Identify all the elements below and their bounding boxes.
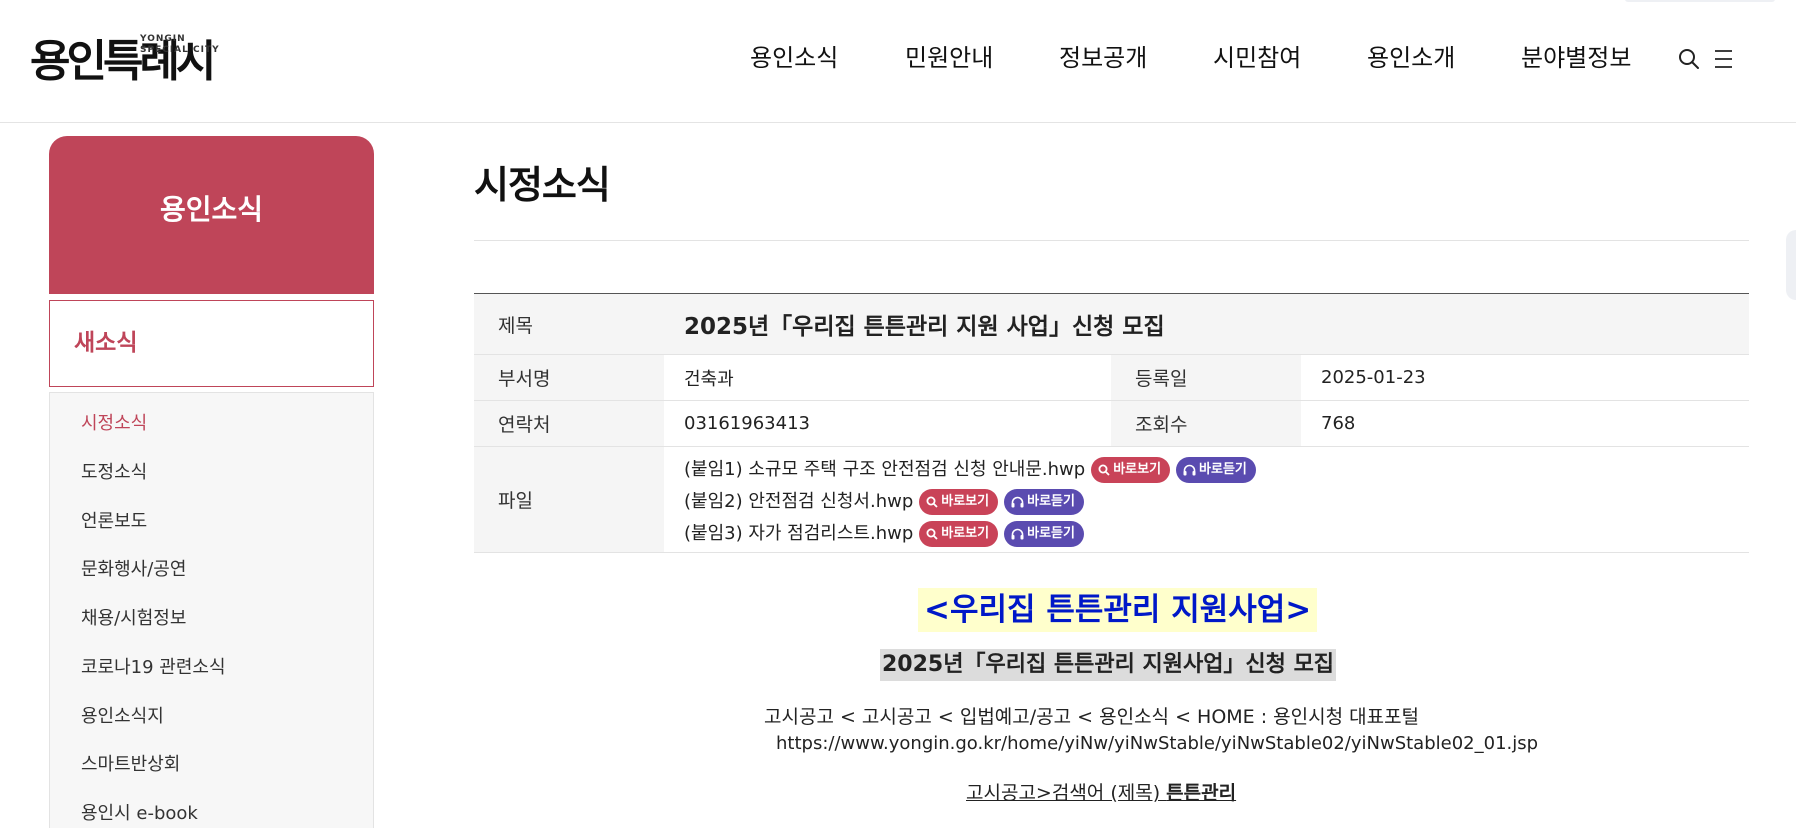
edge-decoration xyxy=(1786,230,1796,300)
label-dept: 부서명 xyxy=(474,355,664,400)
label-files: 파일 xyxy=(474,447,664,552)
listen-button-label: 바로듣기 xyxy=(1027,494,1075,509)
article-date: 2025-01-23 xyxy=(1321,367,1426,388)
sidebar-section-news[interactable]: 새소식 xyxy=(49,300,374,387)
search-icon[interactable] xyxy=(1678,48,1700,70)
nav-item-about[interactable]: 용인소개 xyxy=(1367,38,1455,78)
logo-sub-line-2: SPECIAL CITY xyxy=(140,45,220,55)
sidebar-item-culture-events[interactable]: 문화행사/공연 xyxy=(81,558,186,582)
article-views: 768 xyxy=(1321,413,1356,434)
headphones-icon xyxy=(1011,528,1024,540)
site-header: 용인특례시 YONGIN SPECIAL CITY 용인소식 민원안내 정보공개… xyxy=(0,0,1796,123)
body-search-line: 고시공고>검색어 (제목) 튼튼관리 xyxy=(966,780,1236,806)
article-dept: 건축과 xyxy=(684,368,734,390)
view-button-label: 바로보기 xyxy=(941,526,990,541)
sidebar-header: 용인소식 xyxy=(49,136,374,294)
sidebar-item-press[interactable]: 언론보도 xyxy=(81,510,147,534)
label-views: 조회수 xyxy=(1111,401,1301,446)
nav-item-news[interactable]: 용인소식 xyxy=(750,38,838,78)
file-item: (붙임3) 자가 점검리스트.hwp 바로보기 바로듣기 xyxy=(684,521,1084,547)
sidebar-item-covid19[interactable]: 코로나19 관련소식 xyxy=(81,656,226,680)
sidebar-list: 시정소식 도정소식 언론보도 문화행사/공연 채용/시험정보 코로나19 관련소… xyxy=(49,392,374,828)
listen-button-label: 바로듣기 xyxy=(1027,526,1075,541)
row-dept: 부서명 건축과 등록일 2025-01-23 xyxy=(474,355,1749,401)
title-divider xyxy=(474,240,1749,241)
listen-button-label: 바로듣기 xyxy=(1199,462,1247,477)
body-url[interactable]: https://www.yongin.go.kr/home/yiNw/yiNwS… xyxy=(776,731,1538,757)
listen-button[interactable]: 바로듣기 xyxy=(1004,489,1084,515)
top-decoration xyxy=(1625,0,1775,2)
sidebar-item-recruitment[interactable]: 채용/시험정보 xyxy=(81,607,186,631)
listen-button[interactable]: 바로듣기 xyxy=(1004,521,1084,547)
file-name[interactable]: (붙임2) 안전점검 신청서.hwp xyxy=(684,490,913,514)
view-button[interactable]: 바로보기 xyxy=(1091,457,1171,483)
label-contact: 연락처 xyxy=(474,401,664,446)
file-list: (붙임1) 소규모 주택 구조 안전점검 신청 안내문.hwp 바로보기 바로듣… xyxy=(664,447,1749,553)
label-date: 등록일 xyxy=(1111,355,1301,400)
body-headline: <우리집 튼튼관리 지원사업> xyxy=(918,588,1318,632)
site-logo[interactable]: 용인특례시 YONGIN SPECIAL CITY xyxy=(30,28,230,98)
logo-sub-line-1: YONGIN xyxy=(140,34,186,44)
page-title: 시정소식 xyxy=(474,163,611,207)
body-search-prefix: 고시공고>검색어 (제목) xyxy=(966,782,1167,804)
row-title: 제목 2025년「우리집 튼튼관리 지원 사업」신청 모집 xyxy=(474,294,1749,355)
view-button[interactable]: 바로보기 xyxy=(919,489,999,515)
view-button-label: 바로보기 xyxy=(941,494,990,509)
listen-button[interactable]: 바로듣기 xyxy=(1176,457,1256,483)
file-item: (붙임1) 소규모 주택 구조 안전점검 신청 안내문.hwp 바로보기 바로듣… xyxy=(684,457,1256,483)
article-title: 2025년「우리집 튼튼관리 지원 사업」신청 모집 xyxy=(664,294,1749,354)
body-path-text: 고시공고 < 고시공고 < 입법예고/공고 < 용인소식 < HOME : 용인… xyxy=(764,706,1420,728)
magnifier-icon xyxy=(1098,464,1110,476)
headphones-icon xyxy=(1183,464,1196,476)
label-title: 제목 xyxy=(474,294,664,354)
sidebar-title: 용인소식 xyxy=(159,193,264,226)
view-button[interactable]: 바로보기 xyxy=(919,521,999,547)
body-search-term: 튼튼관리 xyxy=(1166,782,1237,804)
sidebar-item-city-news[interactable]: 시정소식 xyxy=(81,412,147,436)
file-item: (붙임2) 안전점검 신청서.hwp 바로보기 바로듣기 xyxy=(684,489,1084,515)
nav-item-info[interactable]: 정보공개 xyxy=(1059,38,1147,78)
magnifier-icon xyxy=(926,528,938,540)
logo-subtext: YONGIN SPECIAL CITY xyxy=(140,34,220,56)
view-button-label: 바로보기 xyxy=(1113,462,1162,477)
body-subheadline: 2025년「우리집 튼튼관리 지원사업」신청 모집 xyxy=(880,649,1337,681)
row-files: 파일 (붙임1) 소규모 주택 구조 안전점검 신청 안내문.hwp 바로보기 … xyxy=(474,447,1749,553)
sidebar-section-title: 새소식 xyxy=(74,330,138,356)
nav-item-civil[interactable]: 민원안내 xyxy=(905,38,993,78)
nav-item-participation[interactable]: 시민참여 xyxy=(1213,38,1301,78)
headphones-icon xyxy=(1011,496,1024,508)
file-name[interactable]: (붙임1) 소규모 주택 구조 안전점검 신청 안내문.hwp xyxy=(684,458,1085,482)
menu-icon[interactable] xyxy=(1711,49,1733,69)
row-contact: 연락처 03161963413 조회수 768 xyxy=(474,401,1749,447)
article-info-table: 제목 2025년「우리집 튼튼관리 지원 사업」신청 모집 부서명 건축과 등록… xyxy=(474,293,1749,553)
file-name[interactable]: (붙임3) 자가 점검리스트.hwp xyxy=(684,522,913,546)
sidebar-item-ebook[interactable]: 용인시 e-book xyxy=(81,802,198,826)
sidebar-item-smart-meeting[interactable]: 스마트반상회 xyxy=(81,753,180,777)
sidebar-item-province-news[interactable]: 도정소식 xyxy=(81,461,147,485)
nav-item-fields[interactable]: 분야별정보 xyxy=(1521,38,1631,78)
article-contact: 03161963413 xyxy=(684,413,810,434)
magnifier-icon xyxy=(926,496,938,508)
